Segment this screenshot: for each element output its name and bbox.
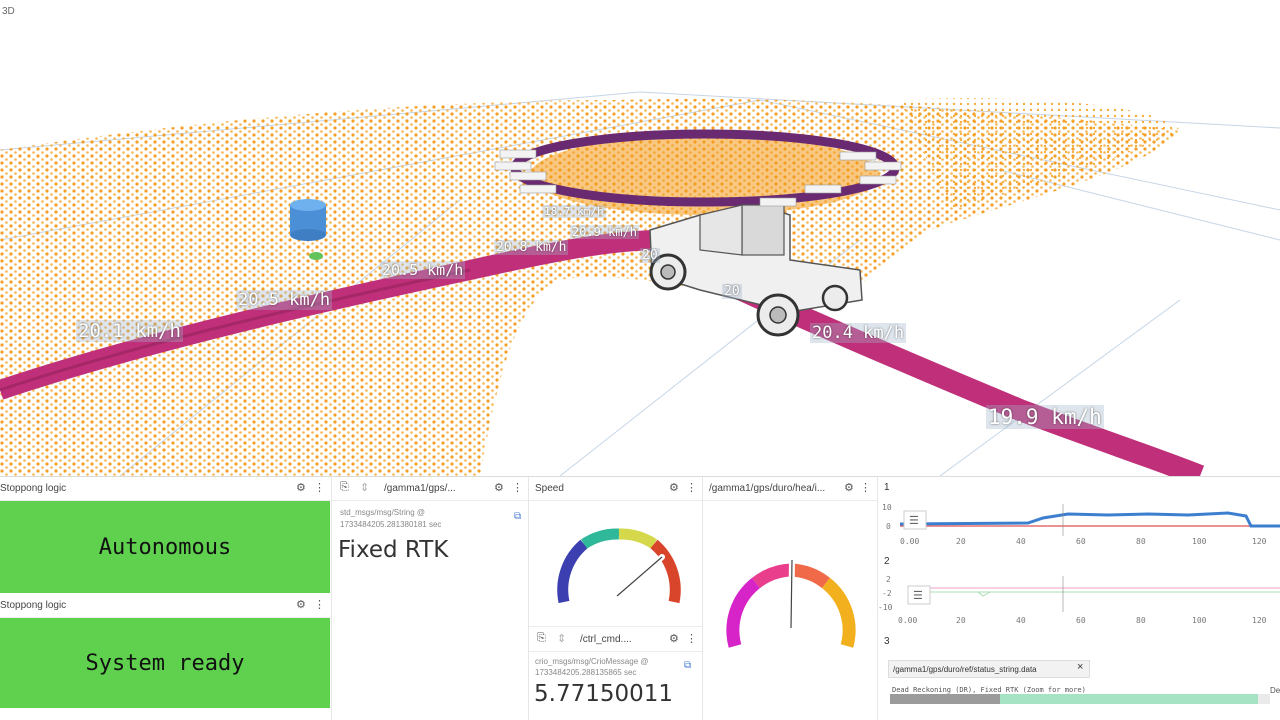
y-tick: 0 bbox=[886, 522, 891, 531]
panel-title: Stoppong logic bbox=[0, 483, 67, 494]
status-indicator-autonomous: Autonomous bbox=[0, 501, 330, 593]
speed-label: 20.9 km/h bbox=[570, 225, 640, 239]
stopping-logic-panels: Stoppong logic ⚙ ⋮ Autonomous Stoppong l… bbox=[0, 476, 330, 720]
legend-toggle-icon: ☰ bbox=[913, 590, 923, 602]
sort-icon[interactable]: ⇕ bbox=[360, 481, 369, 494]
x-tick: 120 bbox=[1252, 537, 1267, 546]
message-type: crio_msgs/msg/CrioMessage @ bbox=[535, 657, 649, 666]
settings-icon[interactable]: ⚙ bbox=[669, 481, 679, 494]
settings-icon[interactable]: ⚙ bbox=[494, 481, 504, 494]
settings-icon[interactable]: ⚙ bbox=[296, 598, 306, 611]
panel-title: /ctrl_cmd.... bbox=[580, 634, 632, 645]
legend-toggle-icon: ☰ bbox=[909, 515, 919, 527]
panel-header: ⎘ ⇕ /gamma1/gps/... ⚙ ⋮ bbox=[332, 476, 528, 501]
state-text: Dead Reckoning (DR), Fixed RTK (Zoom for… bbox=[892, 686, 1086, 694]
speed-label: 19.9 km/h bbox=[986, 405, 1104, 429]
speed-label: 20.5 km/h bbox=[236, 290, 333, 310]
speed-label: 20.1 km/h bbox=[76, 320, 183, 342]
y-tick: 10 bbox=[882, 503, 892, 512]
state-text-edge: De bbox=[1270, 686, 1280, 695]
panel-header: Stoppong logic ⚙ ⋮ bbox=[0, 476, 330, 501]
plot-index: 3 bbox=[884, 636, 890, 647]
speed-label: 20.8 km/h bbox=[494, 240, 569, 255]
plot-tab[interactable]: /gamma1/gps/duro/ref/status_string.data … bbox=[888, 660, 1090, 678]
gps-status-panel: ⎘ ⇕ /gamma1/gps/... ⚙ ⋮ std_msgs/msg/Str… bbox=[331, 476, 528, 720]
y-tick: 2 bbox=[886, 575, 891, 584]
y-tick: -10 bbox=[878, 603, 893, 612]
panel-header: Stoppong logic ⚙ ⋮ bbox=[0, 593, 330, 618]
speed-panel: Speed ⚙ ⋮ ⎘ ⇕ /ctrl_cmd.... ⚙ ⋮ crio_msg… bbox=[528, 476, 702, 720]
y-tick: -2 bbox=[882, 589, 892, 598]
message-timestamp: 1733484205.288135865 sec bbox=[535, 668, 637, 677]
heading-panel: /gamma1/gps/duro/hea/i... ⚙ ⋮ bbox=[702, 476, 877, 720]
message-timestamp: 1733484205.281380181 sec bbox=[340, 520, 442, 529]
gps-fix-value: Fixed RTK bbox=[338, 537, 449, 563]
plot-panel: 1 10 0 ☰ 0.00 20 40 60 80 100 120 2 2 -2… bbox=[877, 476, 1280, 720]
x-tick: 80 bbox=[1136, 537, 1146, 546]
message-type: std_msgs/msg/String @ bbox=[340, 508, 426, 517]
plot-tab-label: /gamma1/gps/duro/ref/status_string.data bbox=[893, 665, 1037, 674]
panel-divider bbox=[0, 476, 1280, 477]
settings-icon[interactable]: ⚙ bbox=[296, 481, 306, 494]
viewport-title: 3D bbox=[2, 6, 15, 17]
x-tick: 0.00 bbox=[900, 537, 919, 546]
x-tick: 120 bbox=[1252, 616, 1267, 625]
plot-1[interactable]: 10 0 ☰ 0.00 20 40 60 80 100 120 bbox=[878, 496, 1280, 554]
x-tick: 60 bbox=[1076, 616, 1086, 625]
x-tick: 20 bbox=[956, 537, 966, 546]
speed-label: 20 bbox=[722, 284, 742, 299]
plot-2[interactable]: 2 -2 -10 ☰ 0.00 20 40 60 80 100 120 bbox=[878, 570, 1280, 628]
more-icon[interactable]: ⋮ bbox=[860, 481, 871, 494]
panel-title: /gamma1/gps/... bbox=[384, 483, 456, 494]
3d-viewport[interactable]: 3D 20.1 km/h 20.5 km/h 20.5 km/h 20.8 km… bbox=[0, 0, 1280, 476]
x-tick: 100 bbox=[1192, 616, 1207, 625]
copy-icon[interactable]: ⧉ bbox=[684, 660, 691, 671]
settings-icon[interactable]: ⚙ bbox=[669, 632, 679, 645]
status-indicator-system-ready: System ready bbox=[0, 618, 330, 708]
panel-title: Speed bbox=[535, 483, 564, 494]
plot-index: 1 bbox=[884, 482, 890, 493]
more-icon[interactable]: ⋮ bbox=[686, 632, 697, 645]
speed-label: 20.4 km/h bbox=[810, 323, 907, 343]
x-tick: 100 bbox=[1192, 537, 1207, 546]
panel-header: Speed ⚙ ⋮ bbox=[529, 476, 702, 501]
more-icon[interactable]: ⋮ bbox=[686, 481, 697, 494]
panel-title: /gamma1/gps/duro/hea/i... bbox=[709, 483, 826, 494]
sort-icon[interactable]: ⇕ bbox=[557, 632, 566, 645]
panel-header: ⎘ ⇕ /ctrl_cmd.... ⚙ ⋮ bbox=[529, 626, 702, 652]
copy-icon[interactable]: ⧉ bbox=[514, 511, 521, 522]
speed-label: 20.5 km/h bbox=[380, 261, 466, 279]
speed-gauge bbox=[557, 528, 681, 604]
x-tick: 20 bbox=[956, 616, 966, 625]
x-tick: 40 bbox=[1016, 616, 1026, 625]
topic-icon[interactable]: ⎘ bbox=[340, 481, 349, 494]
more-icon[interactable]: ⋮ bbox=[314, 481, 325, 494]
panel-title: Stoppong logic bbox=[0, 600, 67, 611]
more-icon[interactable]: ⋮ bbox=[512, 481, 523, 494]
x-tick: 80 bbox=[1136, 616, 1146, 625]
speed-label: 20 bbox=[640, 248, 660, 263]
plot-index: 2 bbox=[884, 556, 890, 567]
settings-icon[interactable]: ⚙ bbox=[844, 481, 854, 494]
heading-gauge bbox=[726, 557, 856, 648]
more-icon[interactable]: ⋮ bbox=[314, 598, 325, 611]
topic-icon[interactable]: ⎘ bbox=[537, 632, 546, 645]
x-tick: 0.00 bbox=[898, 616, 917, 625]
x-tick: 40 bbox=[1016, 537, 1026, 546]
speed-label: 18.7 km/h bbox=[542, 205, 606, 218]
close-icon[interactable]: × bbox=[1077, 662, 1083, 673]
ctrl-cmd-value: 5.77150011 bbox=[534, 681, 674, 707]
panel-header: /gamma1/gps/duro/hea/i... ⚙ ⋮ bbox=[703, 476, 877, 501]
x-tick: 60 bbox=[1076, 537, 1086, 546]
